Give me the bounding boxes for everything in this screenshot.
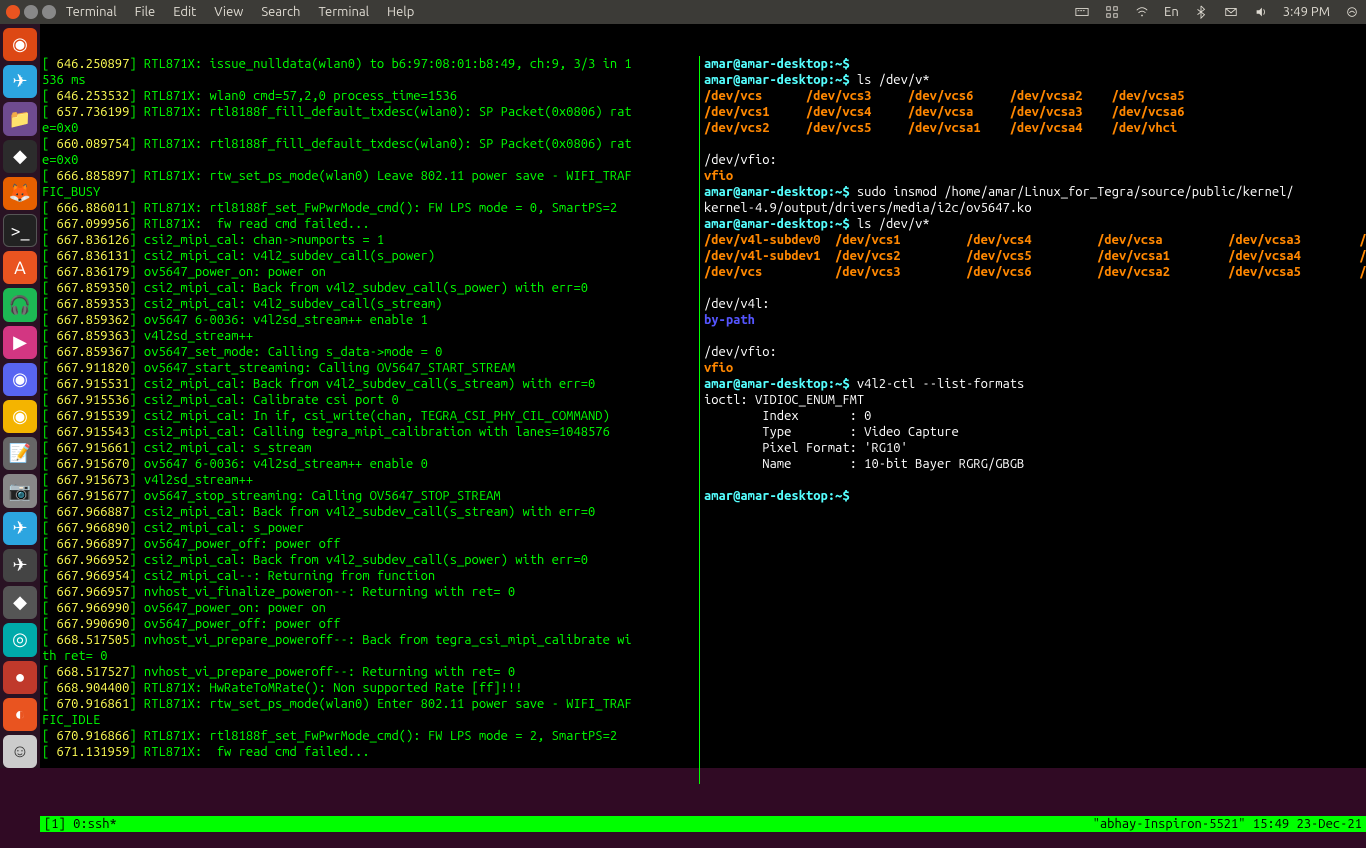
window-maximize-button[interactable] [42,5,56,19]
wifi-icon[interactable] [1134,4,1150,20]
menu-help[interactable]: Help [387,5,414,19]
bluetooth-icon[interactable] [1193,4,1209,20]
volume-icon[interactable] [1253,4,1269,20]
launcher-camera-icon[interactable]: 📷 [3,474,37,507]
power-icon[interactable] [1344,4,1360,20]
launcher-chrome-icon[interactable]: ◉ [3,400,37,433]
system-tray: En 3:49 PM [1074,4,1360,20]
launcher-plane-icon[interactable]: ✈ [3,549,37,582]
menu-file[interactable]: File [135,5,156,19]
launcher-text-icon[interactable]: 📝 [3,437,37,470]
apps-icon[interactable] [1104,4,1120,20]
launcher-terminal-icon[interactable]: >_ [3,214,37,247]
window-buttons [6,5,56,19]
tmux-right-pane[interactable]: amar@amar-desktop:~$ amar@amar-desktop:~… [700,56,1366,784]
menu-terminal[interactable]: Terminal [318,5,369,19]
menu-view[interactable]: View [214,5,243,19]
app-name: Terminal [66,5,117,19]
window-minimize-button[interactable] [24,5,38,19]
tmux-status-left: [1] 0:ssh* [44,816,117,832]
mail-icon[interactable] [1223,4,1239,20]
launcher-software-icon[interactable]: A [3,251,37,284]
language-indicator[interactable]: En [1164,5,1179,19]
launcher-red-icon[interactable]: ● [3,661,37,694]
launcher-telegram2-icon[interactable]: ✈ [3,512,37,545]
terminal-area[interactable]: [ 646.250897] RTL871X: issue_nulldata(wl… [40,24,1366,768]
launcher-settings-icon[interactable]: ◎ [3,623,37,656]
launcher-video-icon[interactable]: ▶ [3,326,37,359]
launcher-discord-icon[interactable]: ◉ [3,363,37,396]
tmux-left-pane[interactable]: [ 646.250897] RTL871X: issue_nulldata(wl… [40,56,700,784]
window-close-button[interactable] [6,5,20,19]
launcher-telegram-icon[interactable]: ✈ [3,65,37,98]
tmux-statusbar: [1] 0:ssh* "abhay-Inspiron-5521" 15:49 2… [40,816,1366,832]
menu-edit[interactable]: Edit [173,5,196,19]
launcher-firefox-icon[interactable]: 🦊 [3,177,37,210]
unity-launcher: ◉ ✈ 📁 ◆ 🦊 >_ A 🎧 ▶ ◉ ◉ 📝 📷 ✈ ✈ ◆ ◎ ● ◐ ☺ [0,24,40,768]
launcher-orange-icon[interactable]: ◐ [3,698,37,731]
launcher-ubuntu-icon[interactable]: ◉ [3,28,37,61]
launcher-face-icon[interactable]: ☺ [3,735,37,768]
menu-search[interactable]: Search [261,5,300,19]
keyboard-icon[interactable] [1074,4,1090,20]
tmux-status-right: "abhay-Inspiron-5521" 15:49 23-Dec-21 [1093,816,1362,832]
clock[interactable]: 3:49 PM [1283,5,1330,19]
launcher-inkscape-icon[interactable]: ◆ [3,140,37,173]
launcher-gray-icon[interactable]: ◆ [3,586,37,619]
launcher-files-icon[interactable]: 📁 [3,102,37,135]
launcher-audio-icon[interactable]: 🎧 [3,288,37,321]
top-menubar: Terminal File Edit View Search Terminal … [0,0,1366,24]
